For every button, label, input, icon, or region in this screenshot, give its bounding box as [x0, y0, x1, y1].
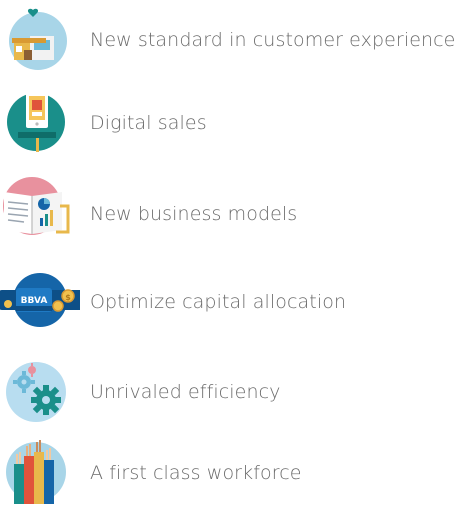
item-label: Optimize capital allocation	[90, 291, 347, 313]
bbva-card-coins-icon: BBVA $	[0, 260, 80, 340]
list-item: BBVA $ Optimize capital allocation	[0, 260, 454, 340]
smartphone-shopping-icon	[0, 82, 80, 162]
list-item: Digital sales	[0, 82, 454, 162]
gears-icon	[0, 352, 80, 432]
raised-hands-icon	[0, 430, 80, 510]
list-item: New standard in customer experience	[0, 2, 454, 82]
list-item: A first class workforce	[0, 430, 454, 510]
objectives-list: New standard in customer experience Digi…	[0, 0, 454, 505]
item-label: Unrivaled efficiency	[90, 381, 281, 403]
list-item: Unrivaled efficiency	[0, 352, 454, 432]
item-label: A first class workforce	[90, 462, 302, 484]
item-label: New business models	[90, 203, 298, 225]
svg-text:$: $	[65, 293, 71, 302]
analytics-book-icon	[0, 170, 80, 250]
svg-text:BBVA: BBVA	[21, 296, 48, 306]
list-item: New business models	[0, 170, 454, 250]
storefront-icon	[0, 2, 80, 82]
item-label: New standard in customer experience	[90, 29, 454, 51]
item-label: Digital sales	[90, 112, 207, 134]
